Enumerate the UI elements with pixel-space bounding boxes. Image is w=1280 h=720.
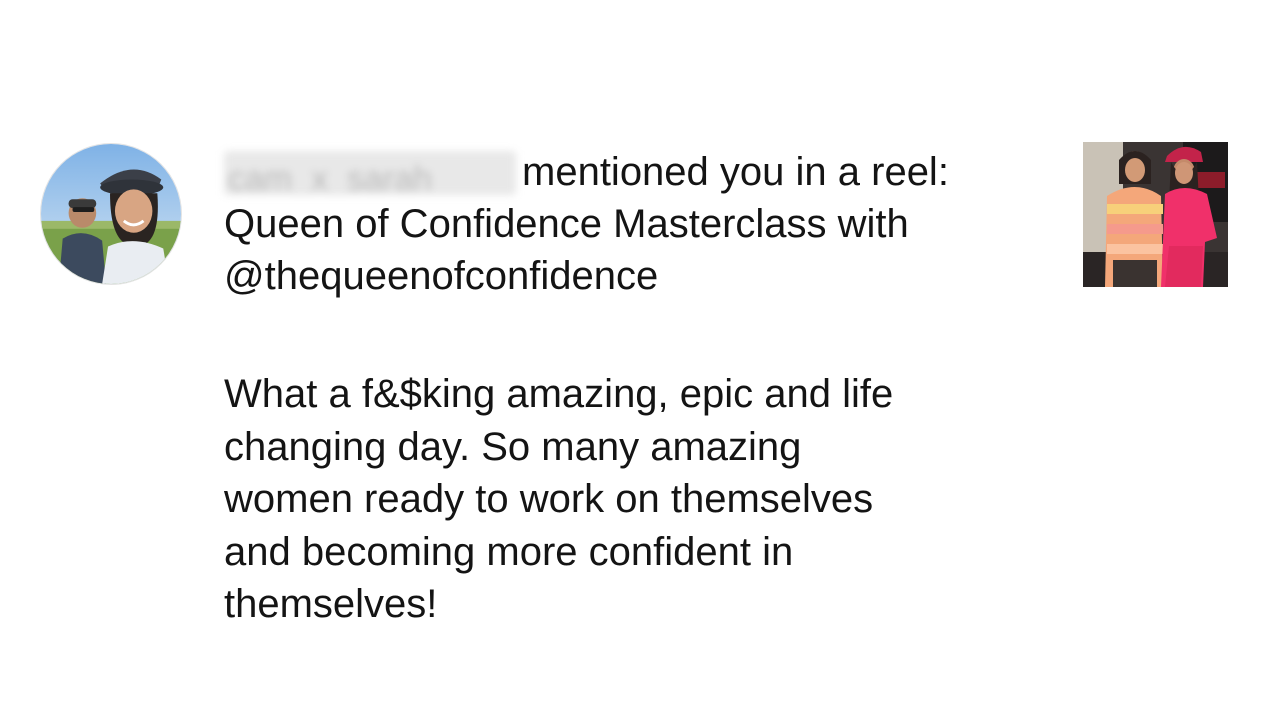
reel-thumbnail-photo xyxy=(1083,142,1228,287)
avatar-photo xyxy=(41,144,181,284)
notification-text: cam_x_sarah mentioned you in a reel: Quee… xyxy=(224,146,1064,302)
caption-line: themselves! xyxy=(224,582,438,626)
profile-avatar[interactable] xyxy=(40,143,182,285)
caption-line: women ready to work on themselves xyxy=(224,477,874,521)
mention-link[interactable]: @thequeenofconfidence xyxy=(224,250,1064,302)
caption-line: changing day. So many amazing xyxy=(224,424,802,469)
reel-title: Queen of Confidence Masterclass with xyxy=(224,202,909,246)
caption-line: What a f&$king amazing, epic and life xyxy=(224,372,894,416)
caption-line: and becoming more confident in xyxy=(224,529,794,574)
action-text: mentioned you in a reel: xyxy=(522,150,949,194)
notification-first-line: cam_x_sarah mentioned you in a reel: xyxy=(224,146,1064,198)
reel-thumbnail[interactable] xyxy=(1083,142,1228,287)
reel-caption: What a f&$king amazing, epic and life ch… xyxy=(224,368,1044,631)
mention-notification[interactable]: cam_x_sarah mentioned you in a reel: Quee… xyxy=(0,0,1280,720)
username-blurred[interactable]: cam_x_sarah xyxy=(224,151,516,195)
